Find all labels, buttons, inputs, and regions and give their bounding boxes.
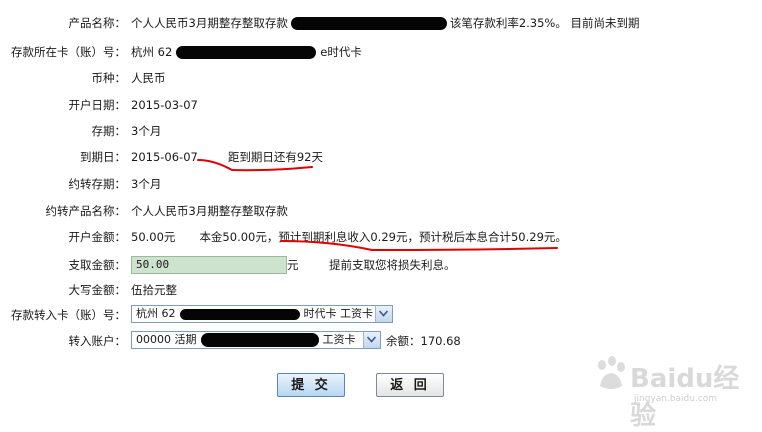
currency-value: 人民币 <box>131 71 166 85</box>
redacted-card-number <box>176 46 317 59</box>
paw-logo-icon <box>598 356 625 389</box>
baidu-watermark: Baidu经验 jingyan.baidu.com <box>590 350 760 431</box>
row-deposit-card: 存款所在卡（账）号： 杭州 62 e时代卡 <box>0 41 762 63</box>
account-balance: 余额：170.68 <box>386 334 461 348</box>
redacted-transfer-card <box>179 308 300 320</box>
product-name-label: 产品名称： <box>68 16 127 30</box>
upper-amount-label: 大写金额： <box>68 283 127 297</box>
transfer-card-select[interactable]: 杭州 62 时代卡 工资卡 <box>131 305 393 323</box>
transfer-card-prefix: 杭州 62 <box>136 307 176 320</box>
term-value: 3个月 <box>131 124 162 138</box>
transfer-card-label: 存款转入卡（账）号： <box>11 308 126 322</box>
row-renew-term: 约转存期： 3个月 <box>0 173 762 195</box>
row-open-date: 开户日期： 2015-03-07 <box>0 94 762 116</box>
row-term: 存期： 3个月 <box>0 120 762 142</box>
open-amount-text: 50.00元 <box>131 230 176 244</box>
renew-product-label: 约转产品名称： <box>45 204 127 218</box>
row-due-date: 到期日： 2015-06-07 距到期日还有92天 <box>0 146 762 168</box>
row-transfer-account: 转入账户： 00000 活期 工资卡 余额：170.68 <box>0 330 762 352</box>
due-date-label: 到期日： <box>80 150 126 164</box>
principal-text: 本金50.00元， <box>199 230 279 244</box>
deposit-card-prefix: 杭州 62 <box>131 45 173 59</box>
deposit-card-value: 杭州 62 e时代卡 <box>131 41 362 63</box>
open-amount-label: 开户金额： <box>68 230 127 244</box>
renew-product-value: 个人人民币3月期整存整取存款 <box>131 204 288 218</box>
transfer-card-suffix: 时代卡 工资卡 <box>303 307 374 320</box>
row-renew-product: 约转产品名称： 个人人民币3月期整存整取存款 <box>0 200 762 222</box>
open-date-label: 开户日期： <box>68 98 127 112</box>
redacted-account <box>290 17 447 30</box>
watermark-url: jingyan.baidu.com <box>634 394 718 404</box>
transfer-account-suffix: 工资卡 <box>322 333 356 346</box>
back-button[interactable]: 返 回 <box>376 373 444 397</box>
product-name-prefix: 个人人民币3月期整存整取存款 <box>131 16 288 30</box>
row-transfer-card: 存款转入卡（账）号： 杭州 62 时代卡 工资卡 <box>0 304 762 326</box>
withdraw-unit: 元 <box>287 258 299 272</box>
chevron-down-icon[interactable] <box>363 332 380 348</box>
deposit-card-suffix: e时代卡 <box>320 45 362 59</box>
open-amount-value: 50.00元 本金50.00元，预计到期利息收入0.29元，预计税后本息合计50.… <box>131 226 567 248</box>
due-date-text: 2015-06-07 <box>131 150 198 164</box>
product-name-suffix: 该笔存款利率2.35%。 目前尚未到期 <box>449 16 640 30</box>
currency-label: 币种： <box>91 71 127 85</box>
row-currency: 币种： 人民币 <box>0 67 762 89</box>
row-withdraw-amount: 支取金额： 50.00 元 提前支取您将损失利息。 <box>0 254 762 276</box>
chevron-down-icon[interactable] <box>375 306 392 322</box>
transfer-account-prefix: 00000 活期 <box>136 333 197 346</box>
due-date-value: 2015-06-07 距到期日还有92天 <box>131 146 323 168</box>
redacted-transfer-account <box>200 333 319 347</box>
upper-amount-value: 伍拾元整 <box>131 283 177 297</box>
row-open-amount: 开户金额： 50.00元 本金50.00元，预计到期利息收入0.29元，预计税后本… <box>0 226 762 248</box>
row-upper-amount: 大写金额： 伍拾元整 <box>0 279 762 301</box>
early-withdraw-hint: 提前支取您将损失利息。 <box>329 258 456 272</box>
transfer-account-select[interactable]: 00000 活期 工资卡 <box>131 331 381 349</box>
row-product-name: 产品名称： 个人人民币3月期整存整取存款 该笔存款利率2.35%。 目前尚未到期 <box>0 12 762 34</box>
submit-button[interactable]: 提 交 <box>277 373 345 397</box>
renew-term-label: 约转存期： <box>68 177 127 191</box>
product-name-value: 个人人民币3月期整存整取存款 该笔存款利率2.35%。 目前尚未到期 <box>131 12 640 34</box>
withdraw-amount-label: 支取金额： <box>68 258 127 272</box>
open-date-value: 2015-03-07 <box>131 98 198 112</box>
renew-term-value: 3个月 <box>131 177 162 191</box>
withdraw-amount-input[interactable]: 50.00 <box>131 256 287 274</box>
days-remaining-note: 距到期日还有92天 <box>227 150 323 164</box>
expected-interest-text: 预计到期利息收入0.29元，预计税后本息合计50.29元。 <box>278 230 567 244</box>
transfer-account-label: 转入账户： <box>68 334 127 348</box>
deposit-card-label: 存款所在卡（账）号： <box>11 45 126 59</box>
term-label: 存期： <box>91 124 127 138</box>
